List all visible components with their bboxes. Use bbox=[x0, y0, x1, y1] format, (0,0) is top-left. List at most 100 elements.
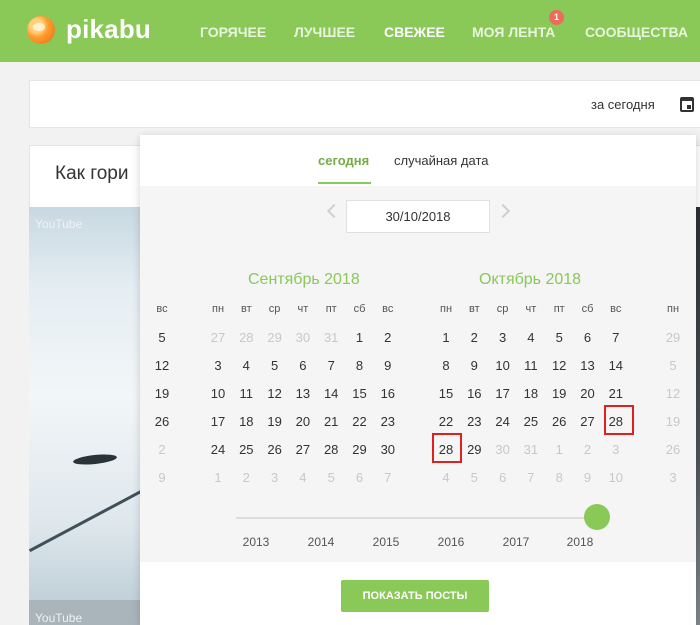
tab-today[interactable]: сегодня bbox=[318, 153, 369, 168]
calendar-day[interactable]: 17 bbox=[491, 386, 515, 401]
post-title[interactable]: Как гори bbox=[55, 163, 129, 185]
calendar-day[interactable]: 5 bbox=[462, 470, 486, 485]
calendar-day[interactable]: 16 bbox=[376, 386, 400, 401]
calendar-day[interactable]: 30 bbox=[291, 330, 315, 345]
calendar-day[interactable]: 5 bbox=[661, 358, 685, 373]
calendar-day[interactable]: 21 bbox=[319, 414, 343, 429]
calendar-day[interactable]: 30 bbox=[376, 442, 400, 457]
calendar-day[interactable]: 12 bbox=[547, 358, 571, 373]
calendar-day[interactable]: 16 bbox=[462, 386, 486, 401]
nav-fresh[interactable]: СВЕЖЕЕ bbox=[384, 24, 445, 40]
year-label[interactable]: 2016 bbox=[431, 535, 471, 549]
calendar-day[interactable]: 28 bbox=[234, 330, 258, 345]
show-posts-button[interactable]: ПОКАЗАТЬ ПОСТЫ bbox=[341, 580, 489, 612]
calendar-day[interactable]: 20 bbox=[291, 414, 315, 429]
nav-hot[interactable]: ГОРЯЧЕЕ bbox=[200, 24, 266, 40]
calendar-day[interactable]: 25 bbox=[519, 414, 543, 429]
calendar-day[interactable]: 19 bbox=[263, 414, 287, 429]
calendar-day[interactable]: 7 bbox=[376, 470, 400, 485]
year-label[interactable]: 2013 bbox=[236, 535, 276, 549]
calendar-day[interactable]: 27 bbox=[206, 330, 230, 345]
calendar-day[interactable]: 10 bbox=[491, 358, 515, 373]
calendar-day[interactable]: 5 bbox=[263, 358, 287, 373]
calendar-day[interactable]: 12 bbox=[661, 386, 685, 401]
pikabu-logo-icon[interactable] bbox=[27, 16, 55, 44]
calendar-day[interactable]: 24 bbox=[491, 414, 515, 429]
calendar-day[interactable]: 6 bbox=[348, 470, 372, 485]
calendar-day[interactable]: 3 bbox=[661, 470, 685, 485]
tab-random-date[interactable]: случайная дата bbox=[394, 153, 488, 168]
calendar-day[interactable]: 13 bbox=[576, 358, 600, 373]
calendar-day[interactable]: 4 bbox=[434, 470, 458, 485]
calendar-day[interactable]: 1 bbox=[348, 330, 372, 345]
calendar-day[interactable]: 15 bbox=[434, 386, 458, 401]
calendar-day[interactable]: 4 bbox=[234, 358, 258, 373]
calendar-day[interactable]: 27 bbox=[576, 414, 600, 429]
calendar-day[interactable]: 19 bbox=[661, 414, 685, 429]
calendar-day[interactable]: 15 bbox=[348, 386, 372, 401]
calendar-day[interactable]: 20 bbox=[576, 386, 600, 401]
calendar-day[interactable]: 2 bbox=[150, 442, 174, 457]
calendar-day[interactable]: 31 bbox=[519, 442, 543, 457]
calendar-day[interactable]: 11 bbox=[519, 358, 543, 373]
calendar-day[interactable]: 7 bbox=[319, 358, 343, 373]
calendar-day[interactable]: 1 bbox=[547, 442, 571, 457]
calendar-day[interactable]: 26 bbox=[150, 414, 174, 429]
calendar-day[interactable]: 19 bbox=[547, 386, 571, 401]
year-slider-track[interactable] bbox=[236, 517, 598, 519]
calendar-day[interactable]: 29 bbox=[462, 442, 486, 457]
calendar-day[interactable]: 19 bbox=[150, 386, 174, 401]
calendar-day[interactable]: 17 bbox=[206, 414, 230, 429]
calendar-day[interactable]: 30 bbox=[491, 442, 515, 457]
calendar-day[interactable]: 28 bbox=[319, 442, 343, 457]
calendar-day[interactable]: 5 bbox=[150, 330, 174, 345]
calendar-day[interactable]: 1 bbox=[206, 470, 230, 485]
year-label[interactable]: 2017 bbox=[496, 535, 536, 549]
nav-communities[interactable]: СООБЩЕСТВА bbox=[585, 24, 688, 40]
calendar-day[interactable]: 13 bbox=[291, 386, 315, 401]
calendar-day[interactable]: 3 bbox=[604, 442, 628, 457]
calendar-day[interactable]: 12 bbox=[263, 386, 287, 401]
calendar-day[interactable]: 3 bbox=[206, 358, 230, 373]
year-label[interactable]: 2018 bbox=[560, 535, 600, 549]
calendar-day[interactable]: 12 bbox=[150, 358, 174, 373]
date-filter-label[interactable]: за сегодня bbox=[591, 97, 655, 112]
calendar-day[interactable]: 9 bbox=[376, 358, 400, 373]
calendar-day[interactable]: 22 bbox=[348, 414, 372, 429]
logo-text[interactable]: pikabu bbox=[66, 14, 151, 45]
calendar-day[interactable]: 26 bbox=[547, 414, 571, 429]
calendar-icon[interactable] bbox=[680, 97, 694, 112]
calendar-day[interactable]: 31 bbox=[319, 330, 343, 345]
calendar-day[interactable]: 9 bbox=[576, 470, 600, 485]
calendar-day[interactable]: 9 bbox=[150, 470, 174, 485]
date-input[interactable]: 30/10/2018 bbox=[346, 200, 490, 233]
calendar-day[interactable]: 14 bbox=[319, 386, 343, 401]
calendar-day[interactable]: 8 bbox=[434, 358, 458, 373]
calendar-day[interactable]: 29 bbox=[348, 442, 372, 457]
nav-my-feed[interactable]: МОЯ ЛЕНТА bbox=[472, 24, 555, 40]
calendar-day[interactable]: 23 bbox=[376, 414, 400, 429]
calendar-day[interactable]: 22 bbox=[434, 414, 458, 429]
calendar-day[interactable]: 11 bbox=[234, 386, 258, 401]
calendar-day[interactable]: 2 bbox=[376, 330, 400, 345]
calendar-day[interactable]: 3 bbox=[263, 470, 287, 485]
calendar-day[interactable]: 26 bbox=[661, 442, 685, 457]
year-label[interactable]: 2014 bbox=[301, 535, 341, 549]
calendar-day[interactable]: 10 bbox=[206, 386, 230, 401]
calendar-day[interactable]: 9 bbox=[462, 358, 486, 373]
calendar-day[interactable]: 27 bbox=[291, 442, 315, 457]
calendar-day[interactable]: 18 bbox=[234, 414, 258, 429]
calendar-day[interactable]: 2 bbox=[576, 442, 600, 457]
calendar-day[interactable]: 29 bbox=[263, 330, 287, 345]
calendar-day[interactable]: 7 bbox=[604, 330, 628, 345]
calendar-day[interactable]: 21 bbox=[604, 386, 628, 401]
year-label[interactable]: 2015 bbox=[366, 535, 406, 549]
calendar-day[interactable]: 4 bbox=[519, 330, 543, 345]
calendar-day[interactable]: 26 bbox=[263, 442, 287, 457]
calendar-day[interactable]: 5 bbox=[319, 470, 343, 485]
nav-best[interactable]: ЛУЧШЕЕ bbox=[294, 24, 355, 40]
calendar-day[interactable]: 1 bbox=[434, 330, 458, 345]
calendar-day[interactable]: 8 bbox=[547, 470, 571, 485]
year-slider-handle[interactable] bbox=[584, 504, 610, 530]
video-thumbnail[interactable] bbox=[29, 207, 141, 625]
